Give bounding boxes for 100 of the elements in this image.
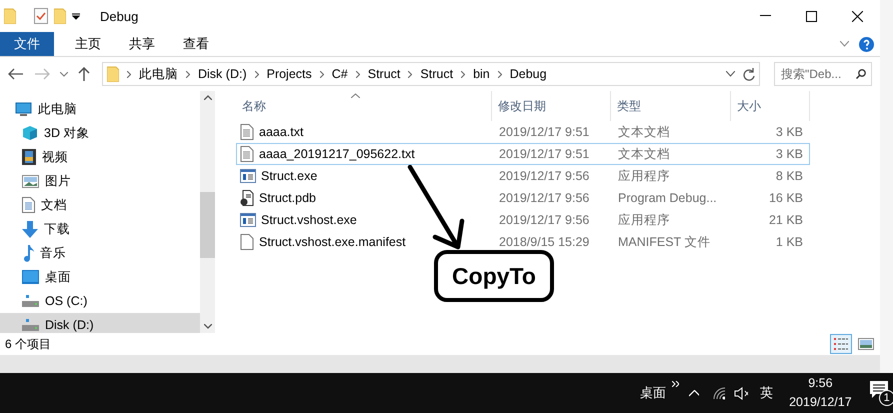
- up-arrow-icon[interactable]: [78, 67, 90, 81]
- nav-item[interactable]: 文档: [0, 193, 200, 217]
- modified-date: 2019/12/17 9:51: [498, 147, 590, 161]
- nav-item[interactable]: 此电脑: [0, 97, 200, 121]
- sort-caret-icon: [351, 93, 360, 98]
- nav-item-label: 图片: [45, 172, 71, 190]
- checklist-icon[interactable]: [34, 8, 48, 24]
- file-type: 应用程序: [617, 212, 671, 228]
- search-icon: [856, 69, 866, 79]
- modified-date: 2019/12/17 9:56: [498, 191, 590, 205]
- ribbon-tab[interactable]: 查看: [169, 32, 223, 56]
- search-field[interactable]: 搜索"Deb...: [774, 62, 872, 86]
- column-header[interactable]: 名称: [242, 98, 266, 114]
- file-row[interactable]: Struct.exe 2019/12/17 9:56 应用程序 8 KB: [236, 165, 810, 187]
- chevron-right-icon: [186, 70, 190, 78]
- file-name: aaaa_20191217_095622.txt: [259, 147, 415, 161]
- notification-badge: 1: [878, 390, 893, 406]
- breadcrumb[interactable]: C#: [332, 67, 348, 81]
- ribbon-tab[interactable]: 共享: [115, 32, 169, 56]
- breadcrumb[interactable]: 此电脑: [139, 66, 178, 82]
- file-size: 16 KB: [768, 191, 803, 205]
- clock[interactable]: 9:56 2019/12/17: [789, 374, 852, 412]
- dropdown-icon[interactable]: [72, 12, 80, 20]
- close-icon: [852, 10, 862, 22]
- file-size: 21 KB: [768, 213, 803, 227]
- ribbon-tab[interactable]: 文件: [0, 32, 54, 56]
- file-row[interactable]: aaaa.txt 2019/12/17 9:51 文本文档 3 KB: [236, 121, 810, 143]
- nav-item[interactable]: Disk (D:): [0, 313, 200, 333]
- chevron-right-icon: [320, 70, 324, 78]
- file-name: Struct.pdb: [259, 191, 316, 205]
- column-header[interactable]: 大小: [737, 98, 761, 114]
- nav-item-label: 下载: [44, 220, 70, 238]
- nav-item-label: Disk (D:): [45, 318, 94, 332]
- nav-item-label: 桌面: [45, 268, 71, 286]
- breadcrumb[interactable]: Struct: [368, 67, 400, 81]
- breadcrumb[interactable]: Disk (D:): [198, 67, 247, 81]
- nav-item-label: 音乐: [40, 244, 66, 262]
- nav-item[interactable]: OS (C:): [0, 289, 200, 313]
- film-icon: [22, 149, 36, 165]
- chevron-down-icon[interactable]: [60, 72, 68, 76]
- nav-item[interactable]: 图片: [0, 169, 200, 193]
- desktop-icon: [22, 270, 39, 284]
- file-size: 1 KB: [774, 235, 803, 249]
- file-icon: [240, 234, 254, 250]
- address-bar[interactable]: 此电脑 Disk (D:) Projects C# Struct Struct bin Debug: [102, 62, 760, 86]
- breadcrumb[interactable]: Struct: [420, 67, 454, 81]
- nav-item[interactable]: 3D 对象: [0, 121, 200, 145]
- drive-icon: [22, 318, 39, 332]
- column-header[interactable]: 修改日期: [498, 98, 546, 114]
- item-count: 6 个项目: [5, 336, 52, 352]
- wifi-icon[interactable]: [713, 386, 725, 400]
- music-note-icon: [22, 244, 34, 262]
- download-arrow-icon: [22, 220, 38, 238]
- clock-time: 9:56: [808, 375, 833, 392]
- modified-date: 2019/12/17 9:51: [498, 125, 590, 139]
- file-name: Struct.vshost.exe: [261, 213, 357, 227]
- chevron-right-icon: [498, 70, 502, 78]
- chevron-right-icon: [461, 70, 466, 78]
- nav-item-label: 视频: [42, 148, 68, 166]
- file-row[interactable]: Struct.vshost.exe 2019/12/17 9:56 应用程序 21 KB: [236, 209, 810, 231]
- scroll-thumb[interactable]: [200, 192, 215, 258]
- column-header[interactable]: 类型: [617, 98, 641, 114]
- breadcrumb[interactable]: Debug: [510, 67, 547, 81]
- help-icon[interactable]: [859, 36, 874, 52]
- refresh-icon[interactable]: [743, 68, 755, 80]
- nav-item-label: 文档: [41, 196, 67, 214]
- chevron-right-icon: [254, 70, 259, 78]
- back-arrow-icon[interactable]: [8, 68, 24, 80]
- computer-icon: [15, 102, 32, 116]
- nav-item[interactable]: 桌面: [0, 265, 200, 289]
- nav-item[interactable]: 音乐: [0, 241, 200, 265]
- file-type: 文本文档: [617, 146, 671, 162]
- text-file-icon: [240, 124, 254, 140]
- nav-item[interactable]: 下载: [0, 217, 200, 241]
- breadcrumb[interactable]: bin: [473, 67, 490, 81]
- details-view-button[interactable]: [830, 334, 852, 354]
- clock-date: 2019/12/17: [789, 394, 852, 411]
- scrollbar[interactable]: [200, 91, 215, 333]
- chevron-down-icon[interactable]: [726, 71, 735, 77]
- chevron-down-icon[interactable]: [840, 41, 849, 47]
- desktop-toolbar-label[interactable]: 桌面: [640, 384, 666, 402]
- file-row[interactable]: Struct.pdb 2019/12/17 9:56 Program Debug... 16 KB: [236, 187, 810, 209]
- file-size: 3 KB: [774, 147, 803, 161]
- file-size: 3 KB: [774, 125, 803, 139]
- nav-item[interactable]: 视频: [0, 145, 200, 169]
- chevron-up-icon[interactable]: [689, 390, 700, 396]
- scroll-up-icon[interactable]: [204, 95, 212, 100]
- application-icon: [240, 169, 256, 183]
- file-row[interactable]: aaaa_20191217_095622.txt 2019/12/17 9:51 文本文档 3 KB: [236, 143, 810, 165]
- file-name: aaaa.txt: [259, 125, 304, 139]
- text-file-icon: [240, 146, 254, 162]
- double-chevron-icon[interactable]: [672, 381, 680, 387]
- ribbon-tab[interactable]: 主页: [61, 32, 115, 56]
- scroll-down-icon[interactable]: [204, 324, 212, 329]
- file-row[interactable]: Struct.vshost.exe.manifest 2018/9/15 15:29 MANIFEST 文件 1 KB: [236, 231, 810, 253]
- file-name: Struct.exe: [261, 169, 318, 183]
- breadcrumb[interactable]: Projects: [266, 67, 312, 81]
- input-method-indicator[interactable]: 英: [760, 384, 774, 402]
- file-type: Program Debug...: [617, 191, 718, 205]
- muted-speaker-icon[interactable]: [734, 386, 748, 400]
